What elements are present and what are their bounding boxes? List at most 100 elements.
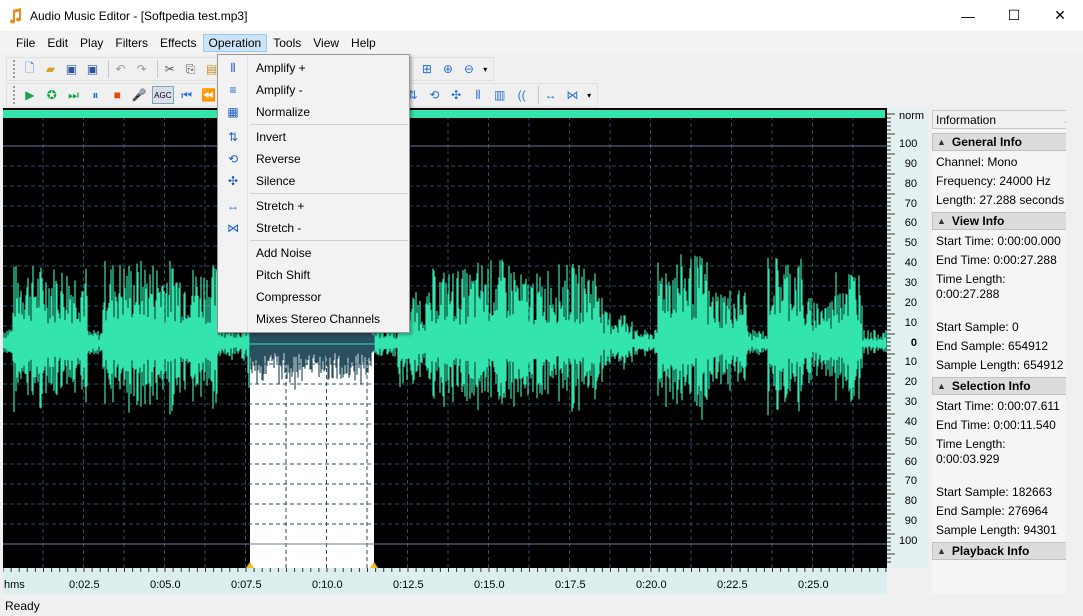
- menu-item-reverse[interactable]: ⟲ Reverse: [218, 148, 409, 170]
- toolbar-grip[interactable]: [13, 60, 17, 78]
- pause-icon[interactable]: ⏸: [86, 86, 104, 104]
- reverse-icon: ⟲: [227, 152, 239, 166]
- menu-item-amplify[interactable]: ≡ Amplify -: [218, 79, 409, 101]
- zoom-selection-icon[interactable]: ⊞: [418, 60, 435, 78]
- view-info-header[interactable]: ▲ View Info: [932, 212, 1080, 230]
- noise-icon[interactable]: ⦀: [469, 86, 487, 104]
- menu-filters[interactable]: Filters: [109, 34, 154, 52]
- reverse-icon[interactable]: ⟲: [425, 86, 443, 104]
- time-tick-label: 0:02.5: [69, 579, 100, 591]
- window-title: Audio Music Editor - [Softpedia test.mp3…: [30, 8, 248, 23]
- menu-edit[interactable]: Edit: [41, 34, 74, 52]
- zoom-out-icon[interactable]: ⊖: [460, 60, 477, 78]
- app-music-icon: [8, 7, 24, 24]
- menu-item-silence[interactable]: ✣ Silence: [218, 170, 409, 192]
- save-as-icon[interactable]: ▣: [84, 60, 101, 78]
- rewind-icon[interactable]: ⏪: [200, 86, 218, 104]
- amplitude-tick-label: 30: [904, 396, 917, 409]
- general-info-header[interactable]: ▲ General Info: [932, 133, 1080, 151]
- pitch-icon[interactable]: ▥: [491, 86, 509, 104]
- collapse-arrow-icon: ▲: [937, 137, 946, 147]
- menu-item-normalize[interactable]: ▦ Normalize: [218, 101, 409, 123]
- amplitude-tick-label: 20: [904, 376, 917, 389]
- go-to-start-icon[interactable]: ⏮: [178, 86, 196, 104]
- menu-help[interactable]: Help: [345, 34, 382, 52]
- menu-item-label: Reverse: [256, 152, 301, 166]
- menu-item-compressor[interactable]: Compressor: [218, 286, 409, 308]
- amplitude-tick-label: 50: [904, 237, 917, 250]
- undo-icon[interactable]: ↶: [112, 60, 129, 78]
- open-folder-icon[interactable]: ▰: [42, 60, 59, 78]
- time-ruler[interactable]: hms 0:02.5 0:05.0 0:07.5 0:10.0 0:12.5 0:15.0 0…: [3, 568, 887, 594]
- menu-file[interactable]: File: [10, 34, 41, 52]
- selection-end-sample: End Sample: 276964: [936, 504, 1049, 518]
- view-start-sample: Start Sample: 0: [936, 320, 1019, 334]
- menu-tools[interactable]: Tools: [267, 34, 307, 52]
- info-panel-scrollbar[interactable]: [1066, 110, 1083, 594]
- time-tick-label: 0:22.5: [717, 579, 748, 591]
- menu-item-add-noise[interactable]: Add Noise: [218, 242, 409, 264]
- waveform-canvas[interactable]: [3, 108, 887, 568]
- loop-play-icon[interactable]: ✪: [43, 86, 61, 104]
- stop-icon[interactable]: ■: [108, 86, 126, 104]
- cut-icon[interactable]: ✂: [161, 60, 178, 78]
- new-file-icon[interactable]: 🗋: [21, 60, 38, 78]
- menu-operation[interactable]: Operation: [202, 34, 268, 52]
- close-button[interactable]: ✕: [1037, 0, 1083, 31]
- maximize-button[interactable]: ☐: [991, 0, 1037, 31]
- view-length-label: Time Length:: [936, 272, 1006, 286]
- amplitude-tick-label: 100: [899, 138, 918, 150]
- menu-item-stretch[interactable]: ⋈ Stretch -: [218, 217, 409, 239]
- menu-item-stretch[interactable]: ↔ Stretch +: [218, 195, 409, 217]
- overview-bar[interactable]: [3, 110, 885, 118]
- stretch-minus-icon[interactable]: ⋈: [563, 86, 581, 104]
- amplitude-tick-label: 20: [904, 296, 917, 309]
- amplify-plus-icon: ⦀: [230, 60, 236, 75]
- menu-item-label: Stretch -: [256, 221, 302, 235]
- minimize-button[interactable]: —: [945, 0, 991, 31]
- information-header: Information 📌: [932, 110, 1080, 129]
- menu-item-label: Silence: [256, 174, 296, 188]
- stretch-minus-icon: ⋈: [227, 221, 239, 235]
- amplitude-tick-label: 90: [904, 515, 917, 528]
- menu-play[interactable]: Play: [74, 34, 109, 52]
- menu-item-label: Add Noise: [256, 246, 312, 260]
- toolbar-grip[interactable]: [13, 86, 17, 104]
- play-to-end-icon[interactable]: ⏭: [65, 86, 83, 104]
- silence-icon[interactable]: ✣: [447, 86, 465, 104]
- amplify-minus-icon: ≡: [229, 83, 237, 97]
- record-mic-icon[interactable]: 🎤: [130, 86, 148, 104]
- stretch-plus-icon[interactable]: ↔: [542, 86, 560, 104]
- zoom-in-icon[interactable]: ⊕: [439, 60, 456, 78]
- information-panel: Information 📌 ▲General Info Channel: Mon…: [932, 110, 1080, 594]
- redo-icon[interactable]: ↷: [133, 60, 150, 78]
- channel-info: Channel: Mono: [936, 155, 1018, 169]
- waveform-view[interactable]: [3, 108, 887, 568]
- toolbar-overflow-icon[interactable]: ▾: [481, 60, 489, 78]
- menu-view[interactable]: View: [307, 34, 345, 52]
- menu-item-mixes-stereo-channels[interactable]: Mixes Stereo Channels: [218, 308, 409, 330]
- agc-icon[interactable]: AGC: [151, 86, 174, 104]
- length-info: Length: 27.288 seconds: [936, 193, 1065, 207]
- copy-icon[interactable]: ⎘: [182, 60, 199, 78]
- selection-info-header[interactable]: ▲ Selection Info: [932, 377, 1080, 395]
- invert-icon: ⇅: [227, 130, 239, 144]
- menu-item-pitch-shift[interactable]: Pitch Shift: [218, 264, 409, 286]
- amplitude-tick-label: 40: [904, 257, 917, 270]
- menu-item-label: Normalize: [256, 105, 311, 119]
- toolbar-overflow-icon[interactable]: ▾: [585, 86, 593, 104]
- view-start-time: Start Time: 0:00:00.000: [936, 234, 1061, 248]
- time-tick-label: 0:20.0: [636, 579, 667, 591]
- menu-effects[interactable]: Effects: [154, 34, 202, 52]
- time-tick-label: 0:12.5: [393, 579, 424, 591]
- amplitude-tick-label: 70: [904, 475, 917, 488]
- selection-end-time: End Time: 0:00:11.540: [936, 418, 1056, 432]
- menu-item-amplify[interactable]: ⦀ Amplify +: [218, 57, 409, 79]
- play-icon[interactable]: ▶: [21, 86, 39, 104]
- save-icon[interactable]: ▣: [63, 60, 80, 78]
- amplitude-tick-label: 60: [904, 217, 917, 230]
- menu-item-invert[interactable]: ⇅ Invert: [218, 126, 409, 148]
- playback-info-header[interactable]: ▲ Playback Info: [932, 542, 1080, 560]
- echo-icon[interactable]: ((: [513, 86, 531, 104]
- waveform-trace: [3, 254, 887, 420]
